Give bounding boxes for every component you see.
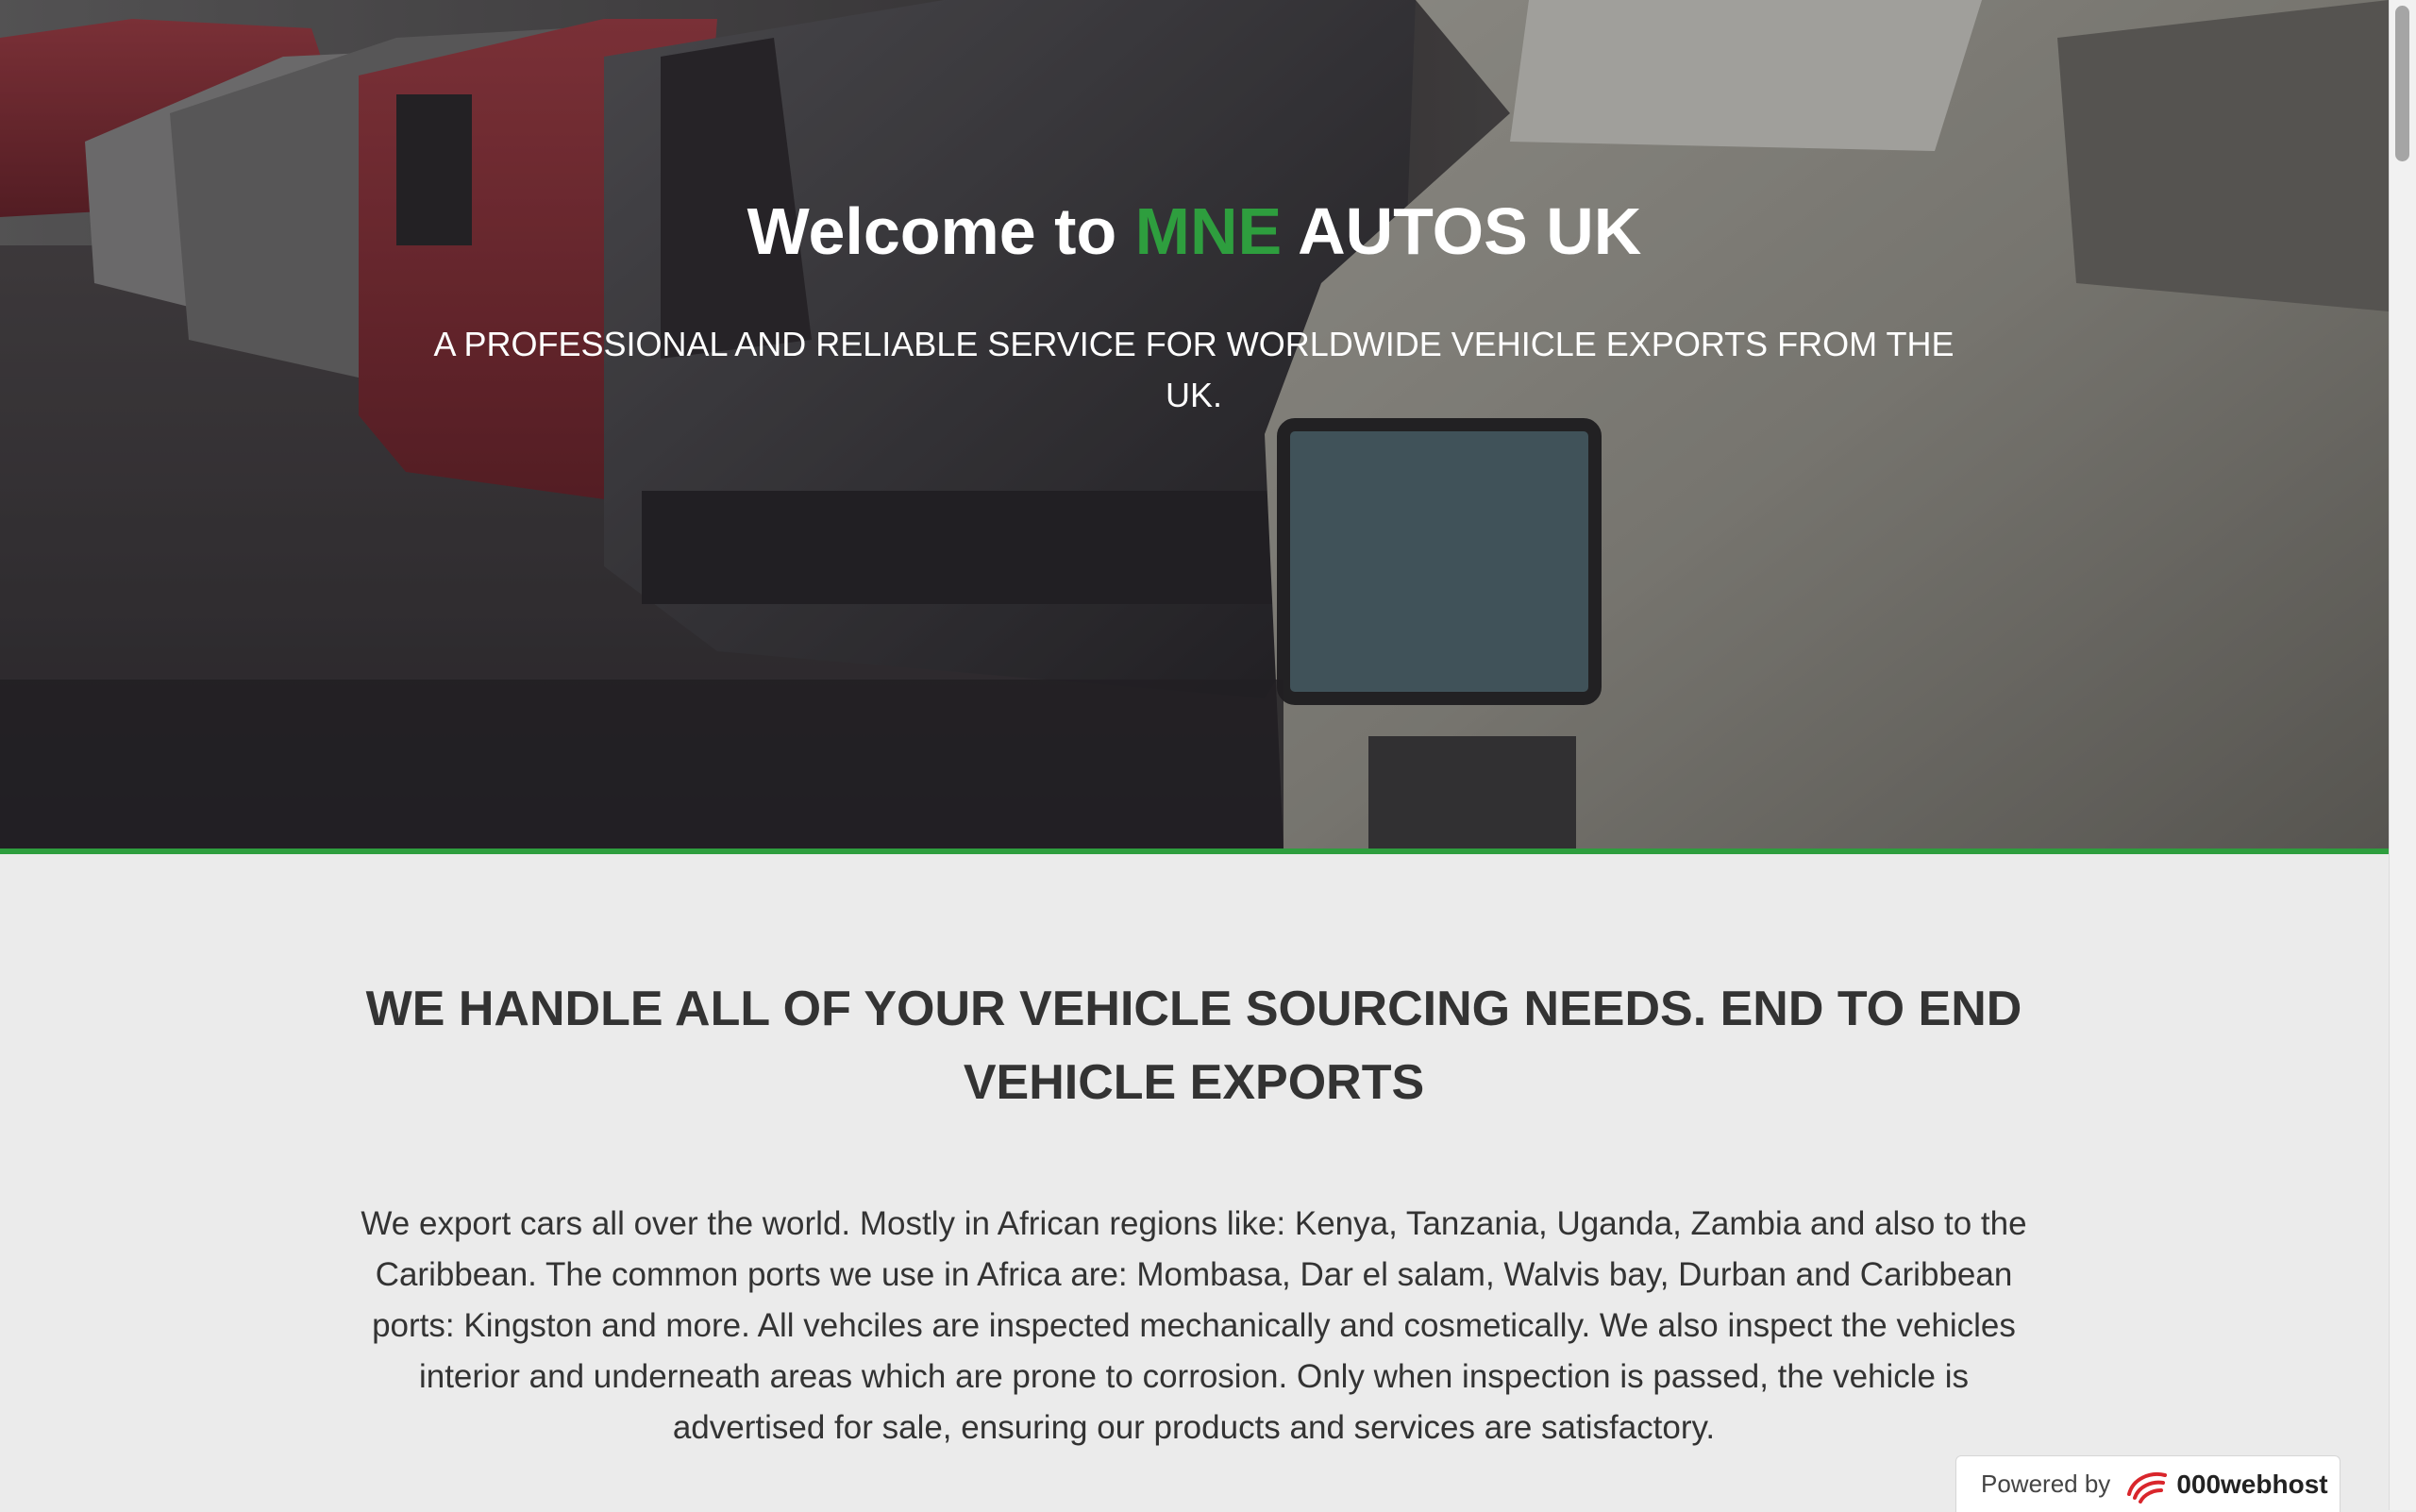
powered-by-provider: 000webhost	[2176, 1469, 2328, 1499]
hero-banner: Welcome to MNE AUTOS UK A PROFESSIONAL A…	[0, 0, 2389, 848]
hero-title-suffix: AUTOS UK	[1282, 194, 1642, 268]
section-body-text: We export cars all over the world. Mostl…	[361, 1205, 2027, 1446]
vertical-scrollbar[interactable]	[2389, 0, 2416, 1510]
000webhost-logo-icon	[2127, 1471, 2168, 1504]
hero-subtitle: A PROFESSIONAL AND RELIABLE SERVICE FOR …	[433, 325, 1955, 414]
hero-title-brand: MNE	[1134, 194, 1283, 268]
main-content: WE HANDLE ALL OF YOUR VEHICLE SOURCING N…	[0, 854, 2389, 1510]
powered-by-label: Powered by	[1981, 1470, 2111, 1498]
powered-by-badge[interactable]: Powered by 000webhost	[1955, 1455, 2340, 1512]
hero-dark-overlay	[0, 0, 2389, 848]
hero-title: Welcome to MNE AUTOS UK	[0, 193, 2389, 269]
section-heading: WE HANDLE ALL OF YOUR VEHICLE SOURCING N…	[365, 982, 2022, 1110]
page: Welcome to MNE AUTOS UK A PROFESSIONAL A…	[0, 0, 2389, 1510]
scrollbar-thumb[interactable]	[2395, 6, 2409, 161]
hero-title-prefix: Welcome to	[747, 194, 1135, 268]
